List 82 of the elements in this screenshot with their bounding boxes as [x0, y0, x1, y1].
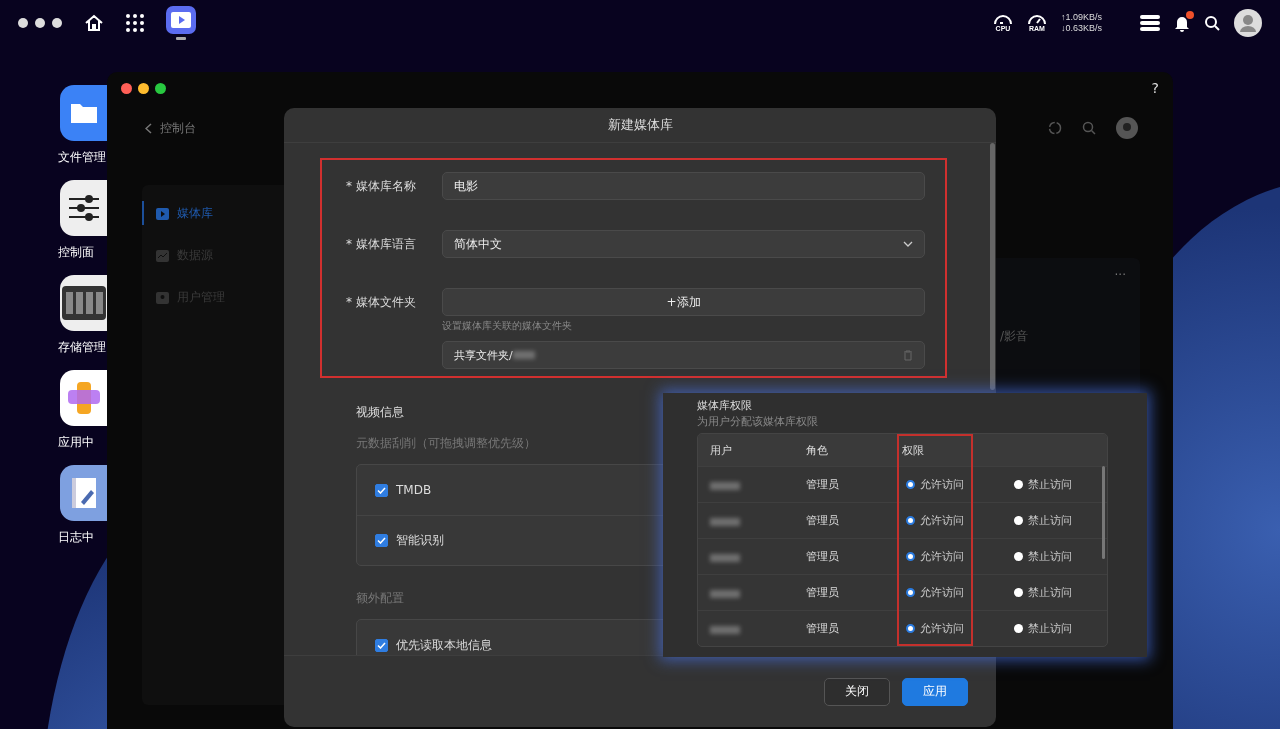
radio-option[interactable]: 允许访问	[902, 549, 1008, 564]
column-header: 权限	[902, 442, 925, 458]
table-cell-text: 管理员	[806, 513, 840, 528]
column-header: 角色	[806, 442, 829, 458]
option-label: 优先读取本地信息	[396, 636, 492, 654]
blurred-text	[710, 590, 740, 598]
app-tile[interactable]	[60, 275, 107, 331]
app-tile[interactable]	[60, 85, 107, 141]
overlapping-tiles-icon	[65, 380, 102, 416]
help-icon[interactable]: ?	[1151, 80, 1159, 96]
blurred-text	[710, 626, 740, 634]
apply-button[interactable]: 应用	[902, 677, 968, 706]
radio-option[interactable]: 禁止访问	[1008, 549, 1107, 564]
app-label: 存储管理	[58, 339, 106, 356]
blurred-text	[710, 518, 740, 526]
zoom-dot[interactable]	[155, 83, 166, 94]
radio-option[interactable]: 禁止访问	[1008, 585, 1107, 600]
search-icon[interactable]	[1204, 15, 1220, 31]
radio-option[interactable]: 允许访问	[902, 513, 1008, 528]
dialog-title: 新建媒体库	[607, 116, 673, 134]
folder-path: /影音	[1000, 328, 1029, 345]
chart-icon	[156, 248, 169, 262]
panel-subtitle: 为用户分配该媒体库权限	[697, 414, 819, 429]
drive-bays-icon	[61, 286, 106, 320]
server-icon[interactable]	[1140, 15, 1160, 31]
column-header: 用户	[710, 442, 733, 458]
back-link[interactable]: 控制台	[160, 120, 196, 137]
radio-option[interactable]: 允许访问	[902, 477, 1008, 492]
checkbox[interactable]	[375, 534, 388, 547]
table-cell-text: 管理员	[806, 477, 840, 492]
close-dot[interactable]	[121, 83, 132, 94]
radio-option[interactable]: 允许访问	[902, 585, 1008, 600]
field-label: * 媒体库语言	[346, 236, 417, 253]
download-speed: ↓0.63KB/s	[1060, 23, 1102, 34]
input-field[interactable]: 电影	[442, 172, 925, 200]
app-label: 应用中	[58, 434, 94, 451]
chevron-down-icon	[903, 241, 913, 247]
blurred-text	[512, 351, 535, 359]
close-button[interactable]: 关闭	[824, 677, 890, 706]
folder-icon	[68, 101, 99, 125]
table-cell-text: 管理员	[806, 585, 840, 600]
app-tile[interactable]	[60, 465, 107, 521]
app-tile[interactable]	[60, 180, 107, 236]
more-dots-icon[interactable]	[18, 18, 62, 28]
chevron-left-icon[interactable]	[145, 123, 152, 134]
app-label: 日志中	[58, 529, 94, 546]
section-title: 视频信息	[356, 404, 404, 421]
option-label: 智能识别	[396, 532, 444, 549]
blurred-text	[710, 482, 740, 490]
app-label: 控制面	[58, 244, 94, 261]
field-label: * 媒体库名称	[346, 178, 417, 195]
hint-text: 设置媒体库关联的媒体文件夹	[442, 319, 573, 333]
minimize-dot[interactable]	[138, 83, 149, 94]
app-grid-icon[interactable]	[126, 14, 144, 32]
select-field[interactable]: 简体中文	[442, 230, 925, 258]
refresh-icon[interactable]	[1048, 121, 1062, 135]
radio-option[interactable]: 禁止访问	[1008, 513, 1107, 528]
table-cell-text: 管理员	[806, 549, 840, 564]
option-label: TMDB	[396, 483, 432, 497]
sliders-icon	[66, 193, 101, 223]
upload-speed: ↑1.09KB/s	[1060, 12, 1102, 23]
add-button[interactable]: +添加	[442, 288, 925, 316]
radio-option[interactable]: 禁止访问	[1008, 477, 1107, 492]
path-text: 共享文件夹/	[454, 347, 513, 363]
field-label: * 媒体文件夹	[346, 294, 417, 311]
app-tile[interactable]	[60, 370, 107, 426]
radio-option[interactable]: 允许访问	[902, 621, 1008, 636]
more-icon[interactable]: ···	[1114, 268, 1126, 282]
section-subtitle: 元数据刮削（可拖拽调整优先级）	[356, 435, 536, 452]
checkbox[interactable]	[375, 638, 388, 652]
video-app-icon[interactable]	[166, 6, 196, 40]
checkbox[interactable]	[375, 483, 388, 497]
play-folder-icon	[156, 206, 169, 220]
avatar-icon[interactable]	[1234, 9, 1262, 37]
table-cell-text: 管理员	[806, 621, 840, 636]
scrollbar-thumb[interactable]	[1102, 466, 1105, 559]
radio-option[interactable]: 禁止访问	[1008, 621, 1107, 636]
scrollbar-thumb[interactable]	[990, 143, 995, 390]
home-icon[interactable]	[84, 13, 104, 33]
blurred-text	[710, 554, 740, 562]
panel-title: 媒体库权限	[697, 398, 753, 413]
app-label: 文件管理	[58, 149, 106, 166]
